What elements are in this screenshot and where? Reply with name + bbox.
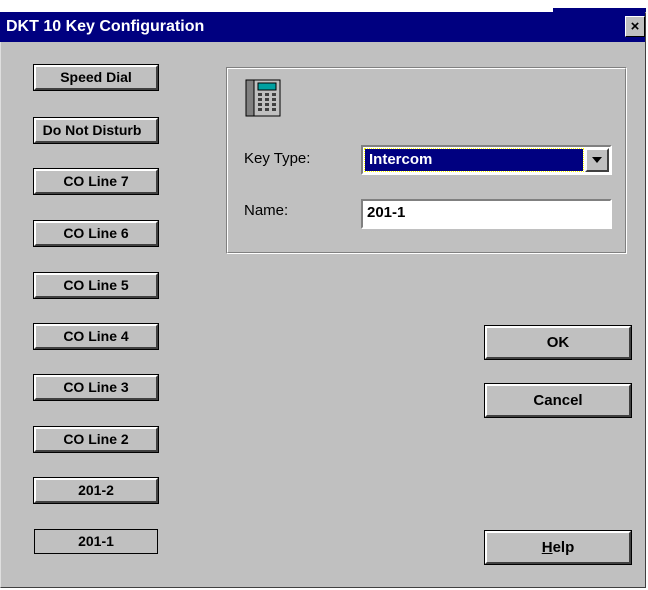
key-type-value: Intercom <box>364 148 584 172</box>
key-button-co-line-3[interactable]: CO Line 3 <box>33 374 159 401</box>
key-type-dropdown[interactable]: Intercom <box>361 145 612 175</box>
key-button-co-line-7[interactable]: CO Line 7 <box>33 168 159 195</box>
top-strip <box>0 0 646 12</box>
help-mnemonic: H <box>541 539 553 556</box>
key-button-speed-dial[interactable]: Speed Dial <box>33 64 159 91</box>
key-type-label: Key Type: <box>244 150 311 167</box>
name-label: Name: <box>244 202 289 219</box>
cancel-button[interactable]: Cancel <box>484 383 632 418</box>
help-button[interactable]: Help <box>484 530 632 565</box>
key-button-co-line-5[interactable]: CO Line 5 <box>33 272 159 299</box>
telephone-icon <box>245 79 281 117</box>
key-button-201-1[interactable]: 201-1 <box>34 529 158 554</box>
help-label: elp <box>552 539 575 556</box>
dropdown-arrow-icon[interactable] <box>585 148 609 172</box>
key-button-do-not-disturb[interactable]: Do Not Disturb <box>33 117 159 144</box>
name-field[interactable]: 201-1 <box>361 199 612 229</box>
title-bar[interactable]: DKT 10 Key Configuration <box>0 12 645 42</box>
window-title: DKT 10 Key Configuration <box>6 18 205 35</box>
close-button[interactable]: × <box>625 16 645 37</box>
key-button-co-line-2[interactable]: CO Line 2 <box>33 426 159 453</box>
key-button-201-2[interactable]: 201-2 <box>33 477 159 504</box>
key-button-co-line-4[interactable]: CO Line 4 <box>33 323 159 350</box>
key-button-co-line-6[interactable]: CO Line 6 <box>33 220 159 247</box>
ok-button[interactable]: OK <box>484 325 632 360</box>
